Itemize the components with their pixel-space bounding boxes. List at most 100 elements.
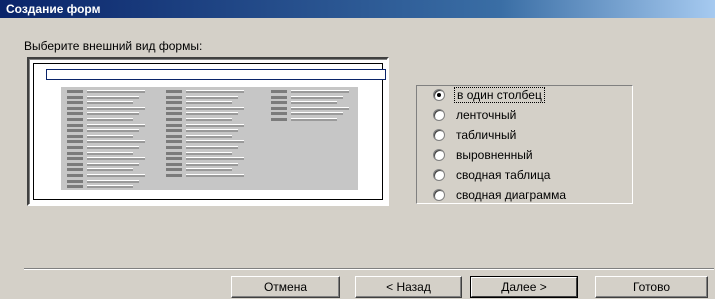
- preview-field-bar: [87, 134, 133, 138]
- preview-field-bar: [87, 174, 145, 177]
- preview-field-bar: [186, 129, 238, 133]
- option-pivot-chart[interactable]: сводная диаграмма: [433, 187, 568, 203]
- preview-label-bar: [67, 162, 83, 166]
- preview-field-bar: [186, 174, 244, 177]
- back-button-label: < Назад: [386, 280, 431, 294]
- preview-label-bar: [166, 146, 182, 149]
- preview-label-bar: [271, 95, 287, 99]
- preview-field-bar: [291, 101, 337, 105]
- preview-label-bar: [166, 118, 182, 121]
- preview-field-bar: [186, 168, 232, 172]
- option-label: сводная диаграмма: [456, 188, 567, 202]
- preview-field-bar: [186, 146, 238, 149]
- option-label: выровненный: [456, 148, 533, 162]
- cancel-button-label: Отмена: [263, 280, 308, 294]
- preview-field-bar: [87, 112, 139, 116]
- preview-field-bar: [87, 168, 133, 172]
- preview-label-bar: [67, 95, 83, 99]
- preview-field-bar: [186, 123, 244, 127]
- preview-label-bar: [67, 134, 83, 138]
- preview-field-bar: [291, 112, 343, 116]
- preview-field-bar: [291, 95, 343, 99]
- back-button[interactable]: < Назад: [355, 276, 462, 298]
- preview-label-bar: [67, 118, 83, 121]
- preview-field-bar: [87, 129, 139, 133]
- preview-label-bar: [271, 90, 287, 93]
- preview-field-bar: [186, 101, 232, 105]
- preview-field-bar: [186, 118, 232, 121]
- radio-justified[interactable]: [433, 149, 445, 161]
- preview-field-bar: [87, 185, 133, 189]
- preview-field-bar: [186, 162, 238, 166]
- preview-label-bar: [67, 123, 83, 127]
- preview-field-bar: [87, 151, 133, 155]
- preview-label-bar: [67, 185, 83, 189]
- option-justified[interactable]: выровненный: [433, 147, 535, 163]
- option-pivot-table[interactable]: сводная таблица: [433, 167, 552, 183]
- preview-label-bar: [67, 146, 83, 149]
- next-button[interactable]: Далее >: [470, 276, 578, 298]
- preview-label-bar: [67, 140, 83, 144]
- preview-label-bar: [166, 134, 182, 138]
- preview-label-bar: [166, 157, 182, 161]
- option-label: сводная таблица: [456, 168, 551, 182]
- preview-field-bar: [186, 151, 232, 155]
- option-tape[interactable]: ленточный: [433, 107, 518, 123]
- preview-label-bar: [166, 140, 182, 144]
- preview-label-bar: [166, 168, 182, 172]
- layout-preview-pane: [27, 57, 389, 206]
- preview-label-bar: [271, 101, 287, 105]
- finish-button[interactable]: Готово: [595, 276, 708, 298]
- preview-field-bar: [186, 140, 244, 144]
- preview-label-bar: [166, 112, 182, 116]
- preview-label-bar: [166, 162, 182, 166]
- radio-pivot-chart[interactable]: [433, 189, 445, 201]
- preview-label-bar: [166, 174, 182, 177]
- cancel-button[interactable]: Отмена: [231, 276, 340, 298]
- preview-field-bar: [87, 90, 145, 93]
- preview-field-bar: [291, 90, 349, 93]
- form-wizard-dialog: Создание форм Выберите внешний вид формы…: [0, 0, 715, 299]
- option-tabular[interactable]: табличный: [433, 127, 518, 143]
- preview-sample-area: [61, 87, 358, 190]
- preview-label-bar: [67, 179, 83, 183]
- preview-label-bar: [271, 106, 287, 110]
- preview-title-field: [46, 69, 386, 80]
- preview-field-bar: [186, 106, 244, 110]
- preview-label-bar: [271, 112, 287, 116]
- radio-single-column[interactable]: [433, 89, 445, 101]
- preview-field-bar: [87, 179, 139, 183]
- preview-label-bar: [67, 90, 83, 93]
- layout-options-group: в один столбец ленточный табличный выров…: [416, 85, 633, 204]
- preview-label-bar: [67, 151, 83, 155]
- preview-label-bar: [166, 95, 182, 99]
- preview-field-bar: [87, 95, 139, 99]
- preview-label-bar: [166, 106, 182, 110]
- option-label: табличный: [456, 128, 517, 142]
- preview-label-bar: [67, 106, 83, 110]
- preview-label-bar: [166, 101, 182, 105]
- preview-field-bar: [186, 95, 238, 99]
- layout-prompt-label: Выберите внешний вид формы:: [24, 39, 203, 53]
- preview-label-bar: [67, 174, 83, 177]
- option-single-column[interactable]: в один столбец: [433, 87, 545, 103]
- next-button-label: Далее >: [501, 280, 547, 294]
- preview-field-bar: [186, 112, 238, 116]
- preview-field-bar: [186, 134, 232, 138]
- radio-tabular[interactable]: [433, 129, 445, 141]
- preview-field-bar: [87, 146, 139, 149]
- preview-field-bar: [87, 157, 145, 161]
- button-separator: [24, 268, 714, 270]
- preview-label-bar: [67, 157, 83, 161]
- preview-field-bar: [291, 106, 349, 110]
- preview-field-bar: [186, 157, 244, 161]
- radio-pivot-table[interactable]: [433, 169, 445, 181]
- preview-field-bar: [186, 90, 244, 93]
- preview-field-bar: [87, 140, 145, 144]
- radio-tape[interactable]: [433, 109, 445, 121]
- preview-label-bar: [67, 101, 83, 105]
- option-label: в один столбец: [454, 87, 545, 103]
- title-bar: Создание форм: [0, 0, 715, 18]
- preview-label-bar: [67, 168, 83, 172]
- finish-button-label: Готово: [632, 280, 671, 294]
